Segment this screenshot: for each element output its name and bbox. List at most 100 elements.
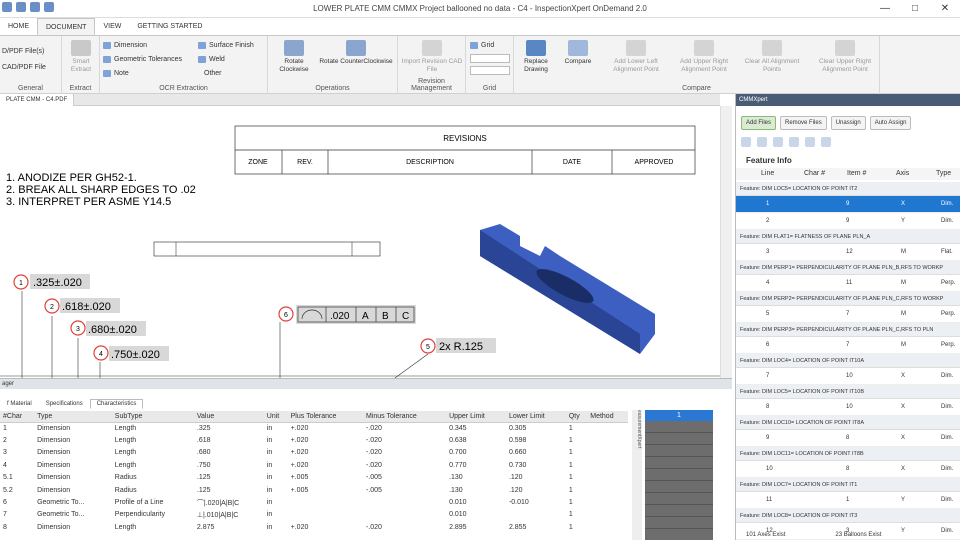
col-method[interactable]: Method — [587, 411, 628, 423]
drawing-vertical-scrollbar[interactable] — [720, 106, 732, 378]
feature-group-header[interactable]: Feature: DIM FLAT1= FLATNESS OF PLANE PL… — [736, 230, 960, 244]
other-button[interactable]: Other — [204, 70, 222, 77]
col-minus-tolerance[interactable]: Minus Tolerance — [362, 411, 447, 423]
table-row[interactable]: 6 Geometric To... Profile of a Line ⌒|.020|… — [0, 496, 628, 508]
tab-document[interactable]: DOCUMENT — [37, 18, 96, 35]
feature-group-header[interactable]: Feature: DIM PERP3= PERPENDICULARITY OF … — [736, 323, 960, 337]
grid-toggle[interactable]: Grid — [470, 42, 494, 49]
close-button[interactable]: ✕ — [930, 0, 960, 18]
col-line: Line — [761, 170, 775, 177]
feature-group-header[interactable]: Feature: DIM LOC8= LOCATION OF POINT IT3 — [736, 509, 960, 523]
add-lower-left-button[interactable]: Add Lower Left Alignment Point — [606, 40, 666, 74]
measurementxpert-side-tab[interactable]: easurementXpert — [632, 410, 642, 540]
col-upper-limit[interactable]: Upper Limit — [446, 411, 506, 423]
smart-extract-button[interactable]: Smart Extract — [66, 40, 96, 74]
table-row[interactable]: 7 Geometric To... Perpendicularity ⊥|.010|A… — [0, 509, 628, 521]
feature-row[interactable]: 8 10 X Dim. — [736, 399, 960, 416]
feature-group-header[interactable]: Feature: DIM LOC5= LOCATION OF POINT IT1… — [736, 385, 960, 399]
feature-row[interactable]: 9 8 X Dim. — [736, 430, 960, 447]
feature-group-header[interactable]: Feature: DIM LOC5= LOCATION OF POINT IT2 — [736, 182, 960, 196]
table-row[interactable]: 2 Dimension Length .618 in +.020 -.020 0.638 0.5… — [0, 434, 628, 446]
unassign-button[interactable]: Unassign — [830, 116, 866, 130]
feature-group-header[interactable]: Feature: DIM LOC4= LOCATION OF POINT IT1… — [736, 354, 960, 368]
table-row[interactable]: 4 Dimension Length .750 in +.020 -.020 0.770 0.7… — [0, 459, 628, 471]
clear-all-alignment-button[interactable]: Clear All Alignment Points — [742, 40, 802, 74]
export-icon[interactable] — [821, 137, 831, 147]
col--char[interactable]: #Char — [0, 411, 35, 423]
replace-drawing-button[interactable]: Replace Drawing — [518, 40, 554, 74]
balloon-3[interactable]: 3 .680±.020 — [70, 320, 146, 336]
flag-icon[interactable] — [757, 137, 767, 147]
measurement-header[interactable]: 1 — [645, 410, 713, 421]
surface-finish-button[interactable]: Surface Finish — [198, 42, 254, 49]
feature-row[interactable]: 10 8 X Dim. — [736, 461, 960, 478]
balloon-2[interactable]: 2 .618±.020 — [44, 298, 120, 314]
feature-group-header[interactable]: Feature: DIM LOC11= LOCATION OF POINT IT… — [736, 447, 960, 461]
feature-row[interactable]: 6 7 M Perp. — [736, 337, 960, 354]
grid-select-1[interactable] — [470, 54, 510, 63]
feature-row[interactable]: 2 9 Y Dim. — [736, 213, 960, 230]
funnel-icon[interactable] — [805, 137, 815, 147]
maximize-button[interactable]: □ — [900, 0, 930, 18]
clear-upper-right-button[interactable]: Clear Upper Right Alignment Point — [812, 40, 878, 74]
table-cell: Dimension — [37, 424, 71, 432]
remove-files-button[interactable]: Remove Files — [780, 116, 827, 130]
tab-getting-started[interactable]: GETTING STARTED — [129, 18, 210, 35]
col-subtype[interactable]: SubType — [111, 411, 194, 423]
col-value[interactable]: Value — [193, 411, 264, 423]
rotate-ccw-button[interactable]: Rotate CounterClockwise — [318, 40, 394, 66]
table-row[interactable]: 1 Dimension Length .325 in +.020 -.020 0.345 0.3… — [0, 422, 628, 434]
table-row[interactable]: 5.2 Dimension Radius .125 in +.005 -.005 .130 .1… — [0, 484, 628, 496]
balloon-5[interactable]: 5 2x R.125 — [420, 338, 496, 354]
feature-group-header[interactable]: Feature: DIM LOC10= LOCATION OF POINT IT… — [736, 416, 960, 430]
add-cad-pdf-button[interactable]: CAD/PDF File — [2, 64, 46, 71]
auto-assign-button[interactable]: Auto Assign — [869, 116, 912, 130]
add-upper-right-button[interactable]: Add Upper Right Alignment Point — [674, 40, 734, 74]
col-plus-tolerance[interactable]: Plus Tolerance — [287, 411, 363, 423]
tab-specifications[interactable]: Specifications — [39, 399, 90, 409]
compare-button[interactable]: Compare — [560, 40, 596, 66]
note-button[interactable]: Note — [103, 70, 129, 77]
geometric-tolerances-button[interactable]: Geometric Tolerances — [103, 56, 182, 63]
feature-group-header[interactable]: Feature: DIM PERP2= PERPENDICULARITY OF … — [736, 292, 960, 306]
surface-finish-icon — [198, 42, 206, 49]
document-tab[interactable]: PLATE CMM - C4.PDF — [0, 94, 75, 106]
feature-row[interactable]: 11 1 Y Dim. — [736, 492, 960, 509]
feature-row[interactable]: 1 9 X Dim. — [736, 196, 960, 213]
minimize-button[interactable]: — — [870, 0, 900, 18]
col-lower-limit[interactable]: Lower Limit — [505, 411, 566, 423]
import-revision-button[interactable]: Import Revision CAD File — [400, 40, 464, 74]
col-unit[interactable]: Unit — [263, 411, 288, 423]
table-row[interactable]: 5.1 Dimension Radius .125 in +.005 -.005 .130 .1… — [0, 472, 628, 484]
table-row[interactable]: 3 Dimension Length .680 in +.020 -.020 0.700 0.6… — [0, 447, 628, 459]
tab-view[interactable]: VIEW — [95, 18, 129, 35]
filter-icon[interactable] — [789, 137, 799, 147]
balloon-1[interactable]: 1 .325±.020 — [13, 274, 90, 290]
weld-button[interactable]: Weld — [198, 56, 225, 63]
add-pdf-files-button[interactable]: D/PDF File(s) — [2, 48, 44, 55]
grid-select-2[interactable] — [470, 66, 510, 75]
fcf-datum-b: B — [382, 311, 389, 322]
col-qty[interactable]: Qty — [565, 411, 588, 423]
feature-row[interactable]: 3 12 M Flat. — [736, 244, 960, 261]
table-cell — [587, 422, 628, 434]
balloon-6[interactable]: 6 .020 A B C — [278, 305, 416, 324]
add-files-button[interactable]: Add Files — [741, 116, 777, 130]
feature-row[interactable]: 4 11 M Perp. — [736, 275, 960, 292]
drawing-canvas[interactable]: REVISIONS ZONE REV. DESCRIPTION DATE APP… — [0, 106, 720, 378]
table-cell: +.020 — [290, 461, 309, 469]
col-type[interactable]: Type — [34, 411, 112, 423]
feature-row[interactable]: 5 7 M Perp. — [736, 306, 960, 323]
table-icon[interactable] — [741, 137, 751, 147]
table-row[interactable]: 8 Dimension Length 2.875 in +.020 -.020 2.895 2.… — [0, 521, 628, 533]
rotate-clockwise-button[interactable]: Rotate Clockwise — [274, 40, 314, 74]
dimension-button[interactable]: Dimension — [103, 42, 147, 49]
tab-characteristics[interactable]: Characteristics — [89, 399, 144, 409]
tab-bill-of-material[interactable]: f Material — [0, 399, 39, 409]
balloon-4[interactable]: 4 .750±.020 — [93, 345, 169, 361]
feature-group-header[interactable]: Feature: DIM LOC7= LOCATION OF POINT IT1 — [736, 478, 960, 492]
feature-group-header[interactable]: Feature: DIM PERP1= PERPENDICULARITY OF … — [736, 261, 960, 275]
tab-home[interactable]: HOME — [0, 18, 37, 35]
pdf-icon[interactable] — [773, 137, 783, 147]
feature-row[interactable]: 7 10 X Dim. — [736, 368, 960, 385]
